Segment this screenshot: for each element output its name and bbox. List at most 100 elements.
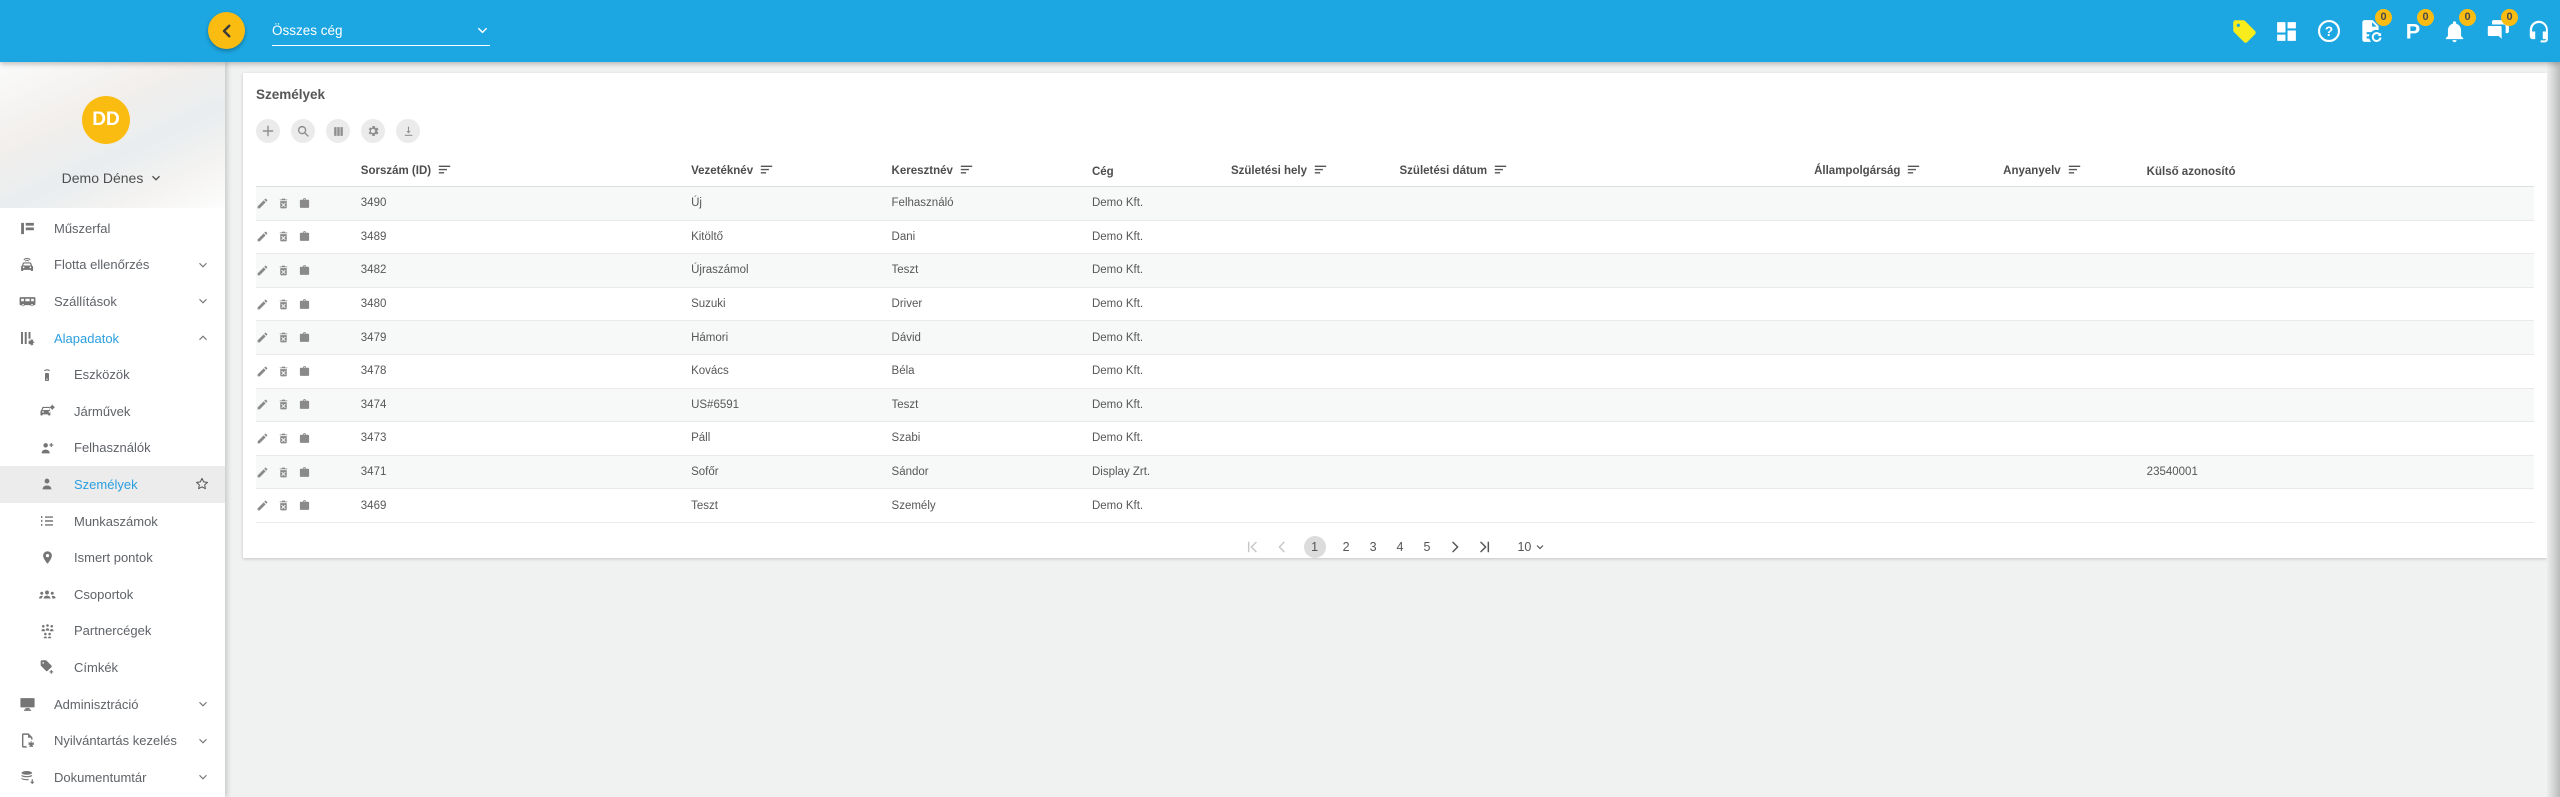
briefcase-icon[interactable]: [298, 197, 311, 210]
sidebar-item-adminisztracio[interactable]: Adminisztráció: [0, 686, 225, 723]
sidebar-item-eszkozok[interactable]: Eszközök: [0, 356, 225, 393]
delete-icon[interactable]: [277, 230, 290, 243]
briefcase-icon[interactable]: [298, 398, 311, 411]
edit-icon[interactable]: [256, 499, 269, 512]
table-row[interactable]: 3489 Kitöltő Dani Demo Kft.: [256, 220, 2534, 254]
sidebar-item-partnercegek[interactable]: Partnercégek: [0, 613, 225, 650]
page-size-selector[interactable]: 10: [1517, 540, 1546, 554]
sidebar-item-flotta-ellenorzes[interactable]: Flotta ellenőrzés: [0, 247, 225, 284]
briefcase-icon[interactable]: [298, 264, 311, 277]
column-kulso-azonosito[interactable]: Külső azonosító: [2147, 159, 2534, 187]
briefcase-icon[interactable]: [298, 432, 311, 445]
previous-page-button[interactable]: [1274, 539, 1290, 555]
filter-icon[interactable]: [1907, 166, 1920, 178]
delete-icon[interactable]: [277, 298, 290, 311]
table-row[interactable]: 3474 US#6591 Teszt Demo Kft.: [256, 388, 2534, 422]
delete-icon[interactable]: [277, 432, 290, 445]
column-szuletesi-hely[interactable]: Születési hely: [1231, 159, 1400, 187]
first-page-button[interactable]: [1244, 539, 1260, 555]
table-row[interactable]: 3469 Teszt Személy Demo Kft.: [256, 489, 2534, 523]
column-ceg[interactable]: Cég: [1092, 159, 1231, 187]
delete-icon[interactable]: [277, 264, 290, 277]
column-sorszam[interactable]: Sorszám (ID): [361, 159, 691, 187]
sidebar-item-jarmuvek[interactable]: Járművek: [0, 393, 225, 430]
edit-icon[interactable]: [256, 331, 269, 344]
column-szuletesi-datum[interactable]: Születési dátum: [1400, 159, 1815, 187]
edit-icon[interactable]: [256, 230, 269, 243]
search-button[interactable]: [291, 119, 315, 143]
page-number-3[interactable]: 3: [1367, 540, 1380, 554]
page-number-2[interactable]: 2: [1340, 540, 1353, 554]
sidebar-item-csoportok[interactable]: Csoportok: [0, 576, 225, 613]
vertical-scrollbar[interactable]: [2547, 62, 2560, 797]
chat-icon[interactable]: 0: [2483, 18, 2510, 45]
delete-icon[interactable]: [277, 365, 290, 378]
column-allampolgarsag[interactable]: Állampolgárság: [1814, 159, 2003, 187]
page-number-5[interactable]: 5: [1421, 540, 1434, 554]
table-row[interactable]: 3478 Kovács Béla Demo Kft.: [256, 354, 2534, 388]
edit-icon[interactable]: [256, 197, 269, 210]
next-page-button[interactable]: [1447, 539, 1463, 555]
document-history-icon[interactable]: 0: [2357, 18, 2384, 45]
help-icon[interactable]: ?: [2315, 18, 2342, 45]
headset-icon[interactable]: [2525, 18, 2552, 45]
page-number-1[interactable]: 1: [1304, 536, 1326, 558]
sidebar-item-muszerfal[interactable]: Műszerfal: [0, 210, 225, 247]
sidebar-item-szallitasok[interactable]: Szállítások: [0, 283, 225, 320]
avatar[interactable]: DD: [82, 96, 130, 144]
sidebar-item-munkaszamok[interactable]: Munkaszámok: [0, 503, 225, 540]
column-vezeteknev[interactable]: Vezetéknév: [691, 159, 891, 187]
sidebar-item-cimkek[interactable]: Címkék: [0, 649, 225, 686]
sidebar-item-alapadatok[interactable]: Alapadatok: [0, 320, 225, 357]
briefcase-icon[interactable]: [298, 365, 311, 378]
sidebar-item-felhasznalok[interactable]: Felhasználók: [0, 430, 225, 467]
sidebar-item-ismert-pontok[interactable]: Ismert pontok: [0, 539, 225, 576]
table-row[interactable]: 3482 Újraszámol Teszt Demo Kft.: [256, 254, 2534, 288]
add-button[interactable]: [256, 119, 280, 143]
dashboard-grid-icon[interactable]: [2273, 18, 2300, 45]
edit-icon[interactable]: [256, 298, 269, 311]
table-row[interactable]: 3471 Sofőr Sándor Display Zrt. 23540001: [256, 455, 2534, 489]
filter-icon[interactable]: [760, 166, 773, 178]
column-anyanyelv[interactable]: Anyanyelv: [2003, 159, 2147, 187]
parking-icon[interactable]: P 0: [2399, 18, 2426, 45]
briefcase-icon[interactable]: [298, 466, 311, 479]
delete-icon[interactable]: [277, 499, 290, 512]
last-page-button[interactable]: [1477, 539, 1493, 555]
edit-icon[interactable]: [256, 466, 269, 479]
filter-icon[interactable]: [438, 166, 451, 178]
bell-icon[interactable]: 0: [2441, 18, 2468, 45]
filter-icon[interactable]: [2068, 166, 2081, 178]
table-row[interactable]: 3479 Hámori Dávid Demo Kft.: [256, 321, 2534, 355]
download-button[interactable]: [396, 119, 420, 143]
edit-icon[interactable]: [256, 432, 269, 445]
delete-icon[interactable]: [277, 398, 290, 411]
filter-icon[interactable]: [1494, 166, 1507, 178]
delete-icon[interactable]: [277, 197, 290, 210]
table-row[interactable]: 3490 Új Felhasználó Demo Kft.: [256, 187, 2534, 221]
profile-menu[interactable]: Demo Dénes: [0, 170, 225, 188]
briefcase-icon[interactable]: [298, 499, 311, 512]
tag-icon[interactable]: [2231, 18, 2258, 45]
briefcase-icon[interactable]: [298, 331, 311, 344]
table-row[interactable]: 3480 Suzuki Driver Demo Kft.: [256, 287, 2534, 321]
collapse-sidebar-button[interactable]: [208, 12, 245, 49]
edit-icon[interactable]: [256, 365, 269, 378]
delete-icon[interactable]: [277, 331, 290, 344]
column-keresztnev[interactable]: Keresztnév: [892, 159, 1092, 187]
briefcase-icon[interactable]: [298, 230, 311, 243]
sidebar-item-nyilvantartas-kezeles[interactable]: Nyilvántartás kezelés: [0, 722, 225, 759]
sidebar-item-szemelyek[interactable]: Személyek: [0, 466, 225, 503]
company-selector[interactable]: Összes cég: [272, 16, 490, 46]
edit-icon[interactable]: [256, 264, 269, 277]
sidebar-item-dokumentumtar[interactable]: Dokumentumtár: [0, 759, 225, 796]
favorite-star-icon[interactable]: [194, 476, 210, 492]
briefcase-icon[interactable]: [298, 298, 311, 311]
page-number-4[interactable]: 4: [1394, 540, 1407, 554]
columns-button[interactable]: [326, 119, 350, 143]
table-row[interactable]: 3473 Páll Szabi Demo Kft.: [256, 422, 2534, 456]
filter-icon[interactable]: [1314, 166, 1327, 178]
settings-button[interactable]: [361, 119, 385, 143]
edit-icon[interactable]: [256, 398, 269, 411]
filter-icon[interactable]: [960, 166, 973, 178]
